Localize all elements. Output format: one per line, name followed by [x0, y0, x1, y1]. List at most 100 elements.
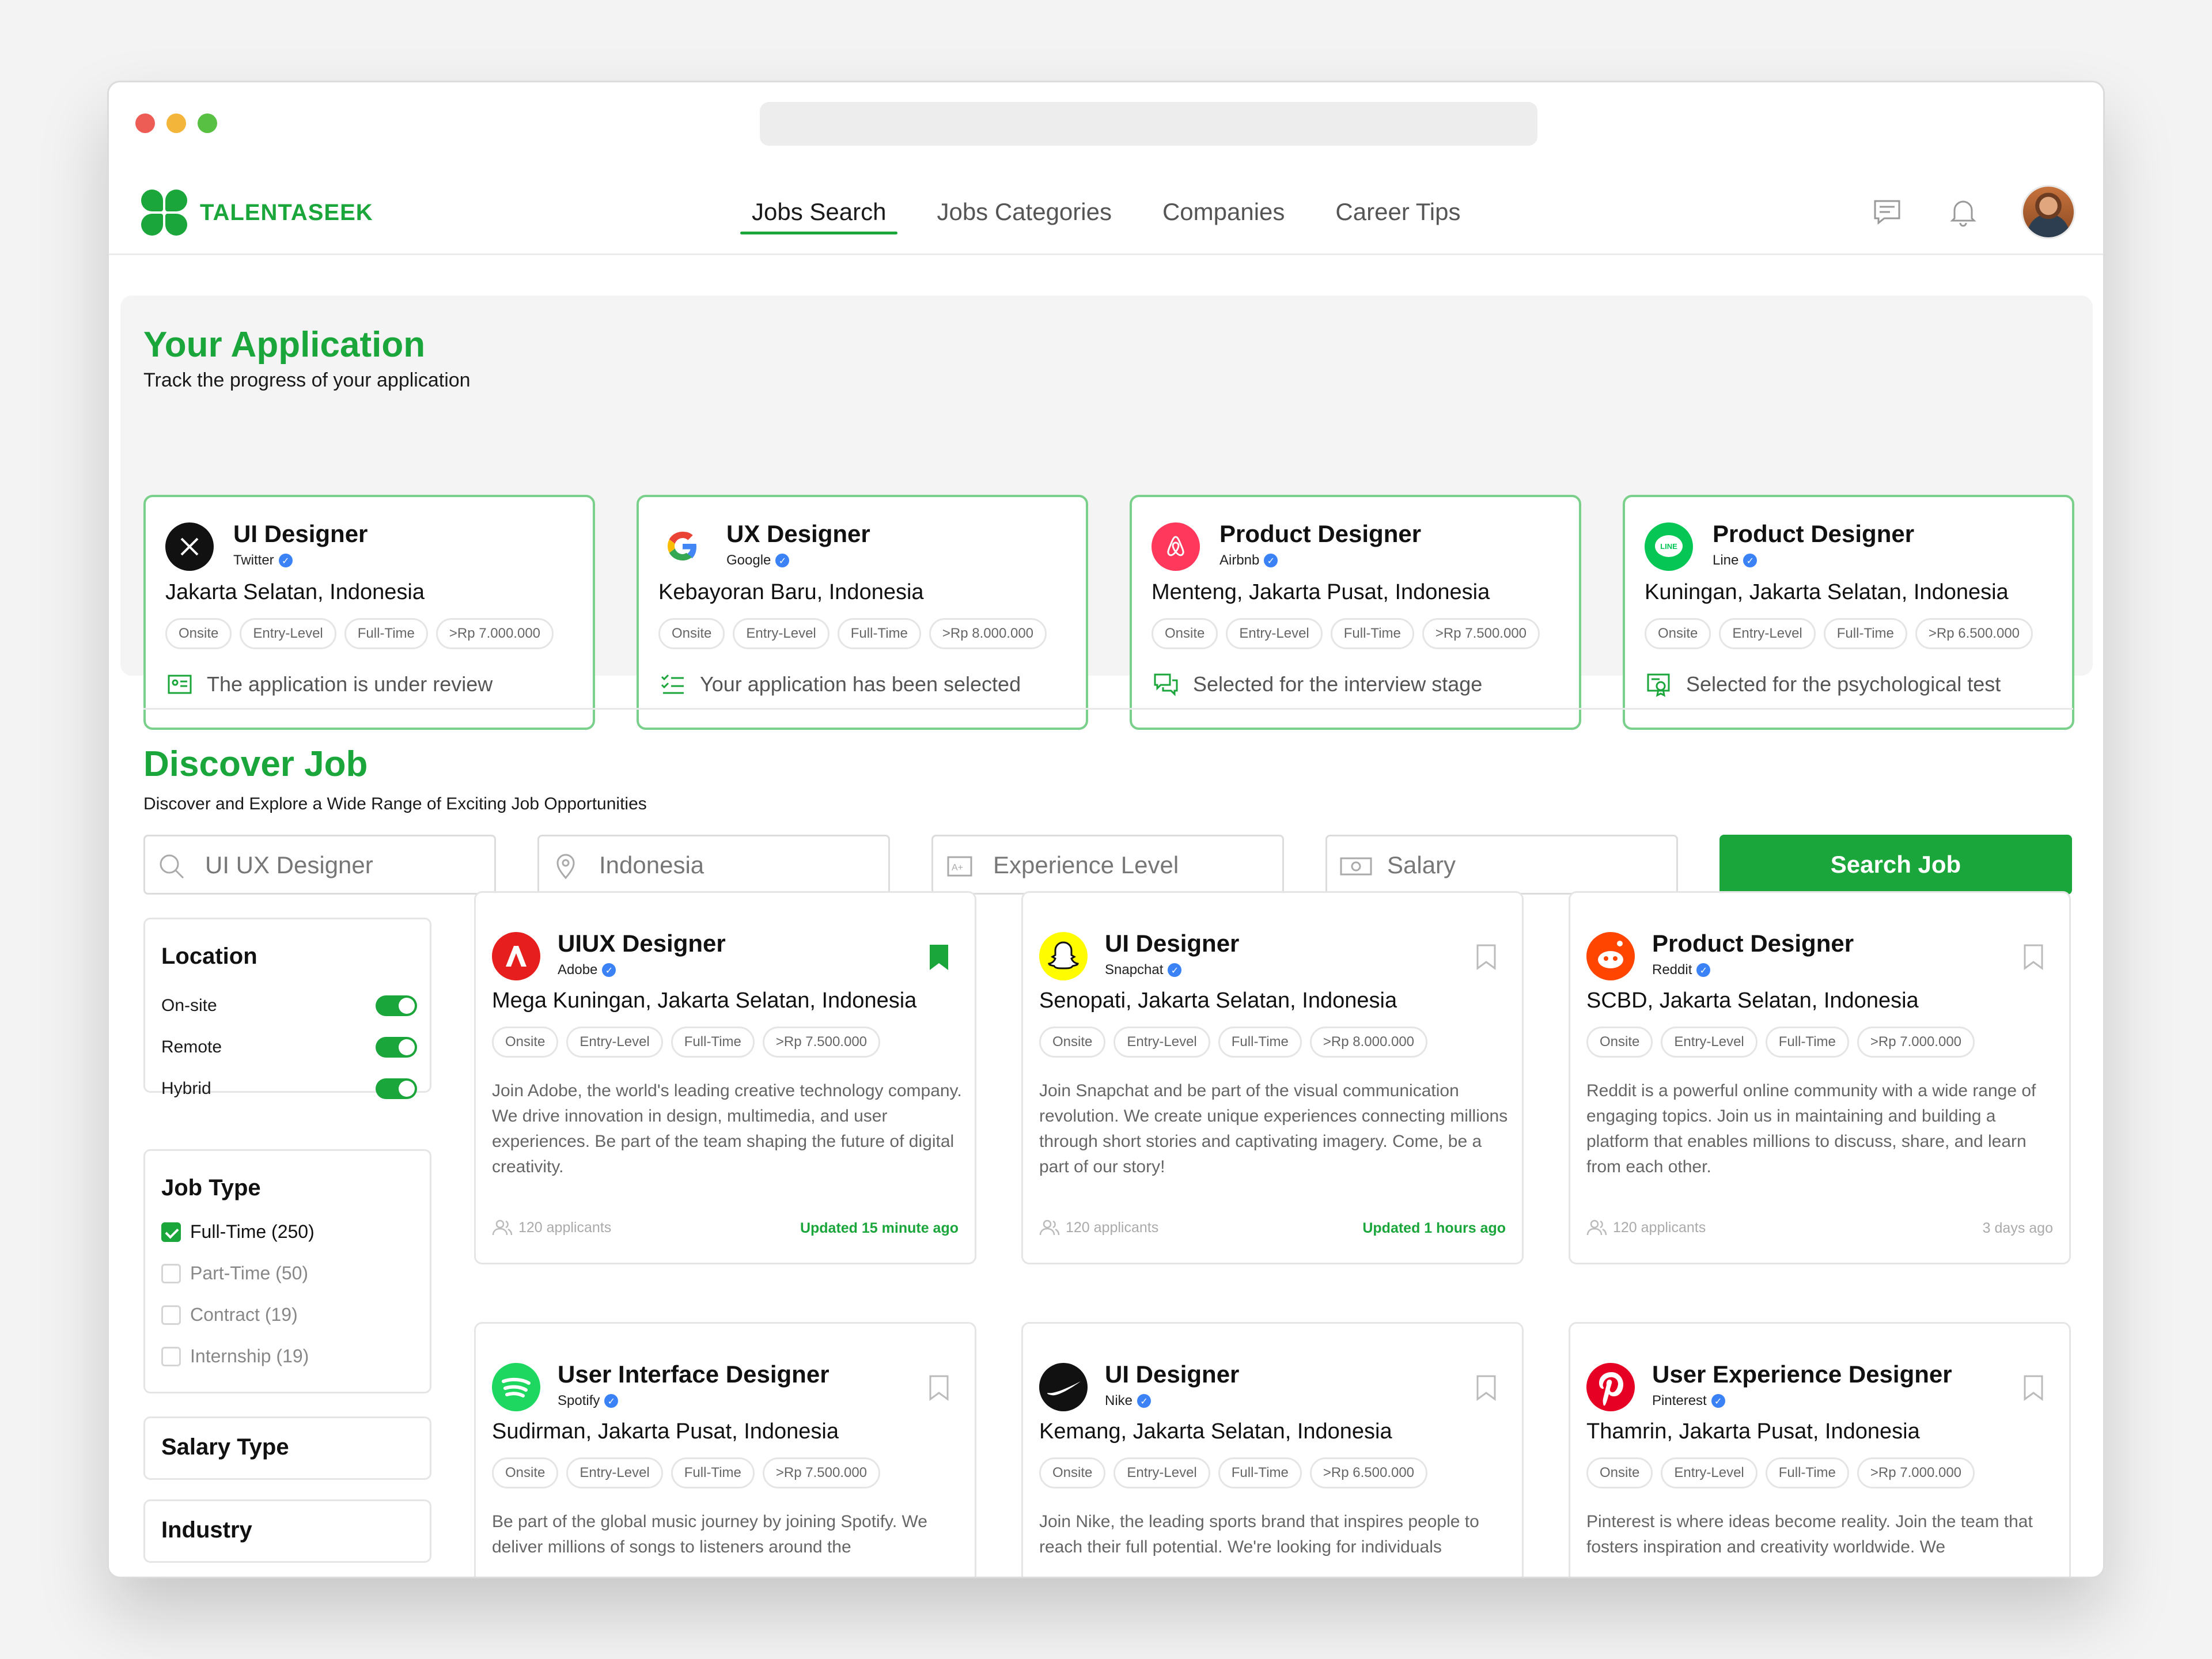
message-icon[interactable]	[1868, 193, 1906, 231]
fulltime-checkbox[interactable]	[161, 1222, 181, 1242]
job-type-fulltime[interactable]: Full-Time (250)	[161, 1221, 315, 1243]
snapchat-logo-icon	[1039, 932, 1088, 980]
job-tag: Entry-Level	[1661, 1457, 1758, 1488]
nav-jobs-categories[interactable]: Jobs Categories	[911, 169, 1137, 255]
job-title[interactable]: Product Designer	[1713, 520, 1914, 548]
job-title[interactable]: User Experience Designer	[1652, 1361, 1952, 1388]
svg-text:A+: A+	[952, 863, 963, 873]
nav-career-tips[interactable]: Career Tips	[1310, 169, 1486, 255]
job-title[interactable]: Product Designer	[1652, 930, 1854, 957]
notification-bell-icon[interactable]	[1944, 193, 1982, 231]
parttime-checkbox[interactable]	[161, 1263, 181, 1283]
job-tag: Full-Time	[1765, 1027, 1849, 1058]
status-text: Selected for the interview stage	[1193, 672, 1483, 696]
job-location: Kuningan, Jakarta Selatan, Indonesia	[1645, 580, 2009, 604]
maximize-window-button[interactable]	[198, 113, 217, 133]
job-tag: >Rp 6.500.000	[1309, 1457, 1428, 1488]
job-title[interactable]: User Interface Designer	[558, 1361, 830, 1388]
contract-checkbox[interactable]	[161, 1305, 181, 1325]
verified-icon: ✓	[604, 1394, 619, 1408]
verified-icon: ✓	[1137, 1394, 1152, 1408]
job-location: Senopati, Jakarta Selatan, Indonesia	[1039, 988, 1397, 1013]
application-card[interactable]: UI Designer Twitter ✓ Jakarta Selatan, Indo…	[143, 495, 595, 730]
bookmark-icon[interactable]	[929, 1374, 949, 1402]
user-avatar[interactable]	[2021, 185, 2075, 239]
application-card[interactable]: LINE Product Designer Line ✓ Kuningan, Jakar…	[1623, 495, 2074, 730]
salary-select[interactable]: Salary	[1325, 835, 1678, 895]
job-card[interactable]: User Interface Designer Spotify ✓ Sudirman,…	[474, 1322, 976, 1577]
job-card[interactable]: UI Designer Snapchat ✓ Senopati, Jakarta Se…	[1021, 891, 1524, 1264]
brand-name: TALENTASEEK	[200, 199, 373, 225]
verified-icon: ✓	[1264, 554, 1278, 567]
job-description: Join Nike, the leading sports brand that…	[1039, 1512, 1479, 1556]
bookmark-icon[interactable]	[2023, 944, 2044, 971]
job-tag: Full-Time	[837, 618, 921, 649]
keyword-search-input[interactable]: UI UX Designer	[143, 835, 496, 895]
brand-logo[interactable]: TALENTASEEK	[141, 190, 373, 236]
job-tags: Onsite Entry-Level Full-Time >Rp 7.000.000	[165, 618, 554, 649]
job-title[interactable]: UIUX Designer	[558, 930, 726, 957]
job-card[interactable]: User Experience Designer Pinterest ✓ Thamri…	[1569, 1322, 2071, 1577]
nav-companies[interactable]: Companies	[1137, 169, 1310, 255]
application-card[interactable]: UX Designer Google ✓ Kebayoran Baru, Indone…	[637, 495, 1088, 730]
job-tags: Onsite Entry-Level Full-Time >Rp 7.000.000	[1586, 1457, 1975, 1488]
location-filter-title: Location	[161, 944, 257, 969]
hybrid-toggle[interactable]	[376, 1078, 417, 1099]
filter-onsite-row: On-site	[161, 995, 417, 1016]
verified-icon: ✓	[1696, 963, 1711, 977]
salary-type-filter[interactable]: Salary Type	[143, 1416, 431, 1480]
job-title[interactable]: UI Designer	[1105, 930, 1239, 957]
internship-label: Internship (19)	[190, 1346, 309, 1366]
people-icon	[1039, 1219, 1060, 1236]
job-tag: Entry-Level	[1113, 1027, 1210, 1058]
application-card[interactable]: Product Designer Airbnb ✓ Menteng, Jakarta …	[1130, 495, 1581, 730]
job-tag: >Rp 7.500.000	[762, 1457, 881, 1488]
verified-icon: ✓	[1743, 554, 1758, 567]
job-title[interactable]: UX Designer	[726, 520, 870, 548]
job-card[interactable]: UIUX Designer Adobe ✓ Mega Kuningan, Jakart…	[474, 891, 976, 1264]
verified-icon: ✓	[1711, 1394, 1725, 1408]
job-tags: Onsite Entry-Level Full-Time >Rp 7.500.000	[1152, 618, 1540, 649]
id-card-icon	[168, 675, 192, 694]
job-tag: Full-Time	[344, 618, 428, 649]
job-card[interactable]: UI Designer Nike ✓ Kemang, Jakarta Selatan,…	[1021, 1322, 1524, 1577]
job-tag: Entry-Level	[566, 1027, 663, 1058]
search-job-button[interactable]: Search Job	[1719, 835, 2072, 895]
status-text: Selected for the psychological test	[1686, 672, 2001, 696]
job-location: Sudirman, Jakarta Pusat, Indonesia	[492, 1419, 839, 1444]
bookmark-icon[interactable]	[1476, 1374, 1497, 1402]
job-tag: >Rp 8.000.000	[1309, 1027, 1428, 1058]
job-type-internship[interactable]: Internship (19)	[161, 1346, 309, 1367]
company-name: Twitter ✓	[233, 552, 293, 569]
location-search-input[interactable]: Indonesia	[537, 835, 890, 895]
application-status: Selected for the psychological test	[1646, 671, 2001, 698]
job-tag: Onsite	[165, 618, 232, 649]
bookmark-icon[interactable]	[1476, 944, 1497, 971]
experience-level-select[interactable]: A+ Experience Level	[931, 835, 1284, 895]
job-title[interactable]: UI Designer	[1105, 1361, 1239, 1388]
cash-icon	[1340, 857, 1372, 876]
job-type-parttime[interactable]: Part-Time (50)	[161, 1263, 308, 1284]
job-title[interactable]: UI Designer	[233, 520, 368, 548]
remote-toggle[interactable]	[376, 1037, 417, 1058]
nav-jobs-search[interactable]: Jobs Search	[726, 169, 911, 255]
status-text: Your application has been selected	[700, 672, 1021, 696]
job-title[interactable]: Product Designer	[1219, 520, 1421, 548]
onsite-toggle[interactable]	[376, 995, 417, 1016]
bookmark-icon[interactable]	[2023, 1374, 2044, 1402]
job-tag: >Rp 7.000.000	[1857, 1027, 1975, 1058]
job-tags: Onsite Entry-Level Full-Time >Rp 7.500.000	[492, 1457, 881, 1488]
job-tag: Full-Time	[1218, 1457, 1302, 1488]
minimize-window-button[interactable]	[166, 113, 186, 133]
bookmark-filled-icon[interactable]	[929, 944, 949, 971]
address-bar[interactable]	[760, 102, 1537, 146]
job-type-contract[interactable]: Contract (19)	[161, 1304, 298, 1325]
line-logo-icon: LINE	[1645, 522, 1693, 571]
job-tag: >Rp 7.500.000	[1422, 618, 1540, 649]
industry-filter[interactable]: Industry	[143, 1499, 431, 1563]
application-status: The application is under review	[166, 671, 493, 698]
job-card[interactable]: Product Designer Reddit ✓ SCBD, Jakarta Sel…	[1569, 891, 2071, 1264]
internship-checkbox[interactable]	[161, 1346, 181, 1366]
close-window-button[interactable]	[135, 113, 155, 133]
remote-label: Remote	[161, 1037, 222, 1056]
